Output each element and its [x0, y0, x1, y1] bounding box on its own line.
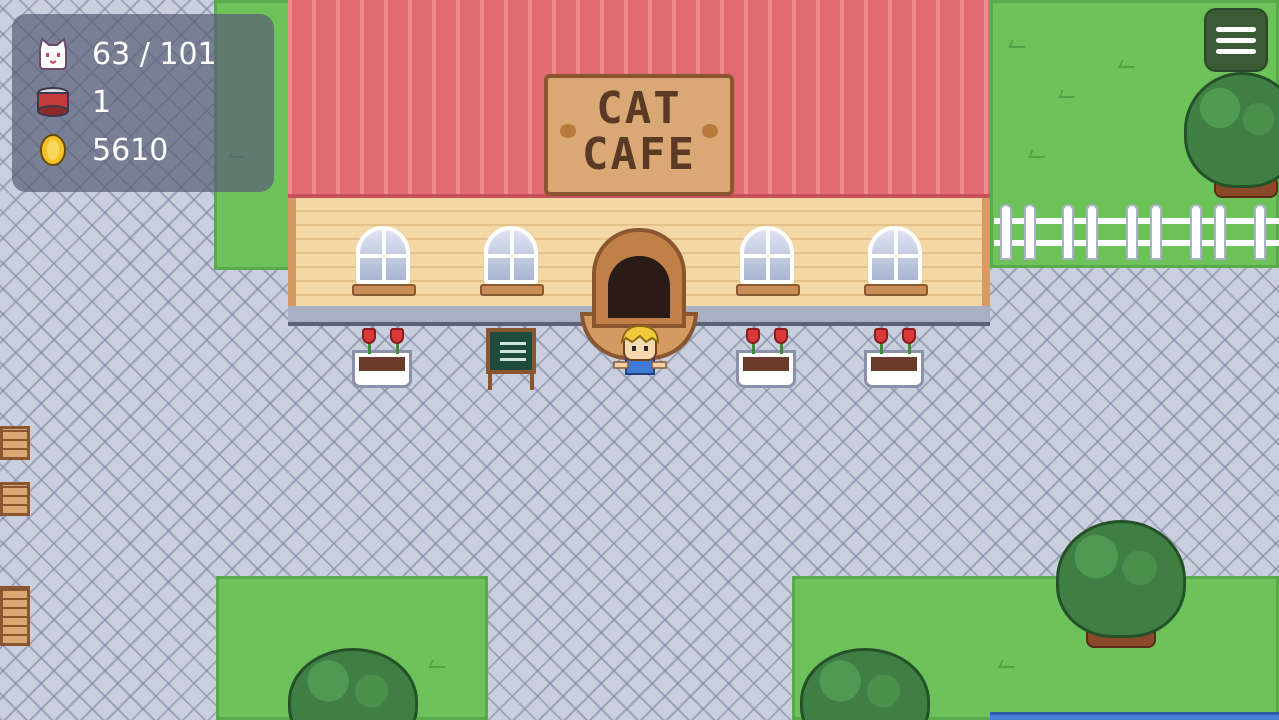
tulip-icon	[362, 328, 376, 344]
cat-count-row: 63 / 101	[36, 34, 217, 74]
tulip-icon	[902, 328, 916, 344]
coin-value: 5610	[92, 132, 169, 168]
cafe-window	[484, 226, 538, 284]
wooden-crate	[0, 586, 30, 646]
window-box	[480, 284, 544, 296]
cat-food-row: 1	[36, 82, 111, 122]
menu-chalkboard[interactable]	[484, 328, 538, 390]
tulip-icon	[390, 328, 404, 344]
window-box	[864, 284, 928, 296]
tulip-icon	[774, 328, 788, 344]
coin-row: 5610	[36, 130, 168, 170]
grass-tuft	[1118, 60, 1138, 68]
hamburger-menu-icon	[1216, 26, 1256, 32]
cafe-entrance[interactable]	[608, 256, 670, 318]
flower-planter	[864, 350, 924, 388]
cat-food-can-icon	[36, 85, 70, 119]
grass-tuft	[998, 660, 1018, 668]
wooden-crate	[0, 482, 30, 516]
tulip-icon	[746, 328, 760, 344]
grass-tuft	[1028, 150, 1048, 158]
resource-hud: 63 / 101 1 5610	[12, 14, 274, 192]
window-box	[352, 284, 416, 296]
window-box	[736, 284, 800, 296]
cat-food-value: 1	[92, 84, 112, 120]
cafe-sign-text: CAT CAFE	[582, 83, 696, 180]
gold-coin-icon	[36, 133, 70, 167]
cat-cafe-sign: CAT CAFE	[544, 74, 734, 196]
cat-face-icon	[36, 37, 70, 71]
tree	[1056, 520, 1186, 638]
cat-count-value: 63 / 101	[92, 36, 217, 72]
cafe-window	[740, 226, 794, 284]
cafe-window	[356, 226, 410, 284]
player-character	[612, 322, 668, 382]
grass-tuft	[428, 660, 448, 668]
white-picket-fence	[994, 204, 1279, 262]
wooden-crate	[0, 426, 30, 460]
tulip-icon	[874, 328, 888, 344]
hamburger-menu-button[interactable]	[1204, 8, 1268, 72]
flower-planter	[736, 350, 796, 388]
flower-planter	[352, 350, 412, 388]
grass-tuft	[1058, 90, 1078, 98]
pond-water	[990, 712, 1279, 720]
cafe-window	[868, 226, 922, 284]
grass-tuft	[1008, 40, 1028, 48]
